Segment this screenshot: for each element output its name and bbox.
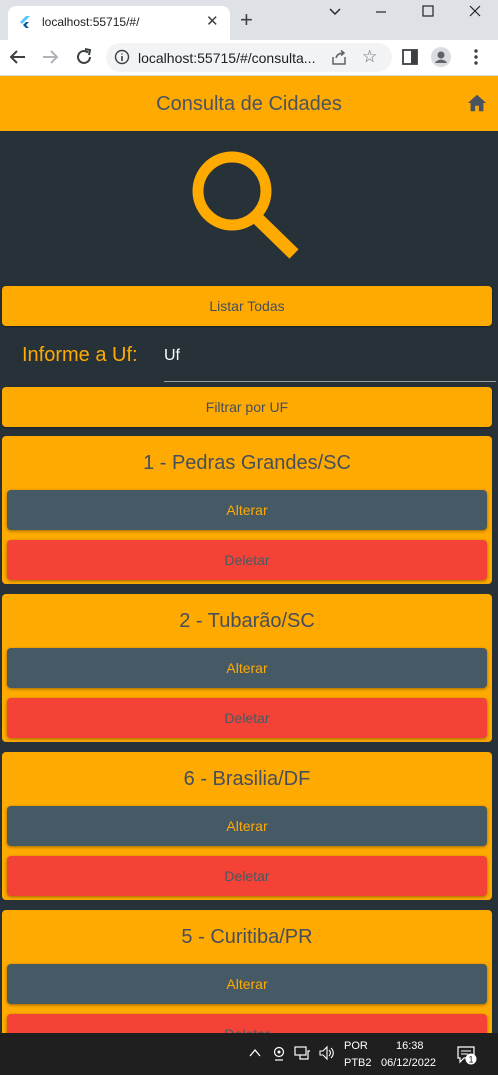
edit-button[interactable]: Alterar [7,964,487,1004]
new-tab-button[interactable]: + [240,9,253,31]
address-bar[interactable]: localhost:55715/#/consulta... ☆ [106,43,392,72]
app-bar: Consulta de Cidades [0,76,498,131]
window-minimize-icon[interactable] [328,3,342,23]
page-title: Consulta de Cidades [156,93,342,115]
delete-button[interactable]: Deletar [7,698,487,738]
uf-label: Informe a Uf: [22,344,138,366]
filter-by-uf-button[interactable]: Filtrar por UF [2,387,492,427]
notification-count: 1 [468,1055,473,1065]
uf-input[interactable]: Uf [164,338,496,382]
edit-button[interactable]: Alterar [7,648,487,688]
edit-button[interactable]: Alterar [7,806,487,846]
share-icon[interactable] [330,49,348,67]
city-title: 6 - Brasilia/DF [183,768,311,790]
window-maximize-button[interactable] [421,3,435,23]
city-card: 2 - Tubarão/SC Alterar Deletar [2,594,492,742]
camera-icon[interactable] [271,1045,287,1061]
bookmark-star-icon[interactable]: ☆ [362,47,377,67]
input-language[interactable]: POR [344,1040,368,1052]
flutter-icon [20,16,30,28]
city-title: 1 - Pedras Grandes/SC [143,452,351,474]
url-text: localhost:55715/#/consulta... [138,50,316,66]
keyboard-layout[interactable]: PTB2 [344,1057,372,1069]
city-title: 5 - Curitiba/PR [181,926,313,948]
search-icon [192,151,299,259]
chevron-up-icon[interactable] [248,1047,262,1059]
city-card: 5 - Curitiba/PR Alterar Deletar [2,910,492,1033]
profile-avatar-icon[interactable] [431,47,451,67]
more-menu-icon[interactable] [466,47,486,67]
reload-icon[interactable] [72,45,96,69]
forward-arrow-icon[interactable] [38,45,62,69]
clock-date[interactable]: 06/12/2022 [381,1057,436,1069]
window-close-button[interactable] [468,3,482,23]
delete-button[interactable]: Deletar [7,540,487,580]
site-info-icon[interactable] [114,49,130,65]
uf-input-value: Uf [164,347,180,364]
browser-tab[interactable]: localhost:55715/#/ ✕ [8,6,230,40]
city-list: 1 - Pedras Grandes/SC Alterar Deletar 2 … [0,436,498,1033]
windows-taskbar: POR PTB2 16:38 06/12/2022 1 [0,1033,498,1075]
volume-icon[interactable] [318,1045,336,1061]
clock-time[interactable]: 16:38 [396,1040,424,1052]
city-title: 2 - Tubarão/SC [179,610,315,632]
delete-button[interactable]: Deletar [7,856,487,896]
browser-toolbar: localhost:55715/#/consulta... ☆ [0,40,498,76]
delete-button[interactable]: Deletar [7,1014,487,1033]
network-icon[interactable] [294,1045,312,1061]
tab-title: localhost:55715/#/ [42,15,140,29]
list-all-button[interactable]: Listar Todas [2,286,492,326]
tab-close-icon[interactable]: ✕ [206,14,219,30]
city-card: 6 - Brasilia/DF Alterar Deletar [2,752,492,900]
notification-icon[interactable]: 1 [456,1044,478,1066]
home-icon[interactable] [466,92,488,114]
browser-tabstrip: localhost:55715/#/ ✕ + [0,0,498,40]
back-arrow-icon[interactable] [6,45,30,69]
side-panel-icon[interactable] [400,47,420,67]
edit-button[interactable]: Alterar [7,490,487,530]
window-minimize-button[interactable] [374,3,388,23]
city-card: 1 - Pedras Grandes/SC Alterar Deletar [2,436,492,584]
